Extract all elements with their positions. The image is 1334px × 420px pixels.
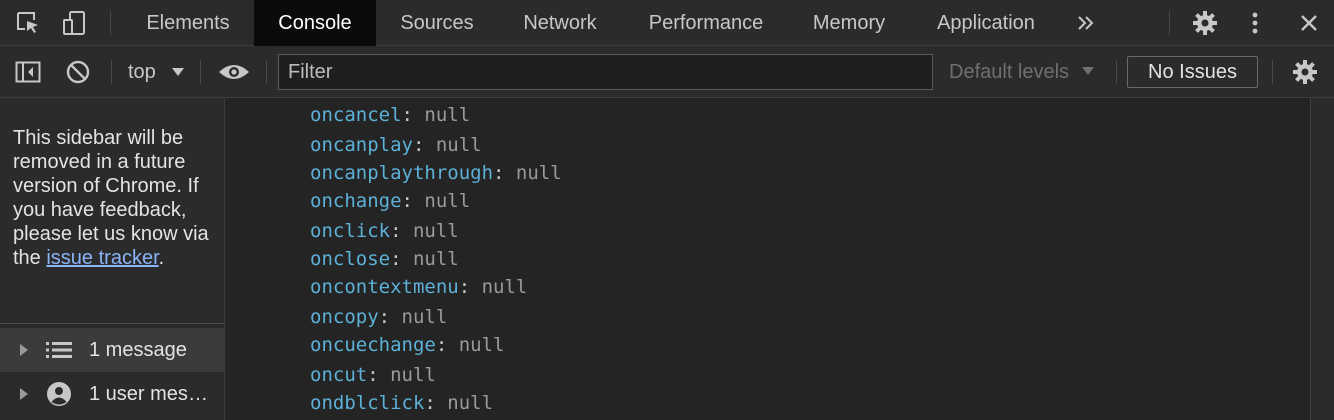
property-key: oncancel — [310, 104, 402, 126]
property-value: null — [424, 190, 471, 212]
tab-console[interactable]: Console — [254, 0, 376, 46]
log-levels-label: Default levels — [949, 61, 1070, 83]
console-property-line[interactable]: oncuechange: null — [310, 331, 505, 359]
more-tabs-chevron-icon[interactable] — [1072, 0, 1100, 46]
tab-network[interactable]: Network — [498, 0, 622, 46]
list-icon — [46, 337, 72, 363]
console-settings-gear-icon[interactable] — [1290, 46, 1320, 98]
chevron-down-icon — [1081, 67, 1094, 75]
property-value: null — [424, 104, 471, 126]
devtools-tab-bar: Elements Console Sources Network Perform… — [0, 0, 1334, 46]
clear-console-icon[interactable] — [64, 46, 92, 98]
tab-application[interactable]: Application — [910, 0, 1062, 46]
notice-end: . — [158, 247, 165, 269]
console-output[interactable]: oncancel: null oncanplay: null oncanplayth… — [225, 98, 1310, 420]
console-property-line[interactable]: oncanplay: null — [310, 131, 482, 159]
divider — [266, 60, 267, 84]
property-colon: : — [401, 104, 425, 126]
sidebar-item-messages[interactable]: 1 message — [0, 328, 224, 372]
tab-elements[interactable]: Elements — [124, 0, 252, 46]
property-key: oncuechange — [310, 334, 436, 356]
property-key: oncanplaythrough — [310, 162, 494, 184]
divider — [1116, 60, 1117, 84]
console-property-line[interactable]: oncontextmenu: null — [310, 273, 527, 301]
tab-memory[interactable]: Memory — [790, 0, 908, 46]
divider — [110, 11, 111, 35]
sidebar-item-label: 1 message — [89, 338, 187, 361]
property-colon: : — [412, 134, 436, 156]
vertical-scrollbar[interactable] — [1310, 98, 1334, 420]
close-icon[interactable] — [1296, 0, 1322, 46]
console-property-line[interactable]: onclick: null — [310, 217, 459, 245]
divider — [1272, 60, 1273, 84]
tab-performance[interactable]: Performance — [624, 0, 788, 46]
property-colon: : — [367, 364, 391, 386]
divider — [200, 60, 201, 84]
property-value: null — [515, 162, 562, 184]
property-value: null — [435, 134, 482, 156]
property-colon: : — [493, 162, 516, 184]
property-key: onchange — [310, 190, 402, 212]
console-property-line[interactable]: onclose: null — [310, 245, 459, 273]
issues-button[interactable]: No Issues — [1127, 56, 1258, 88]
console-toolbar: top Default levels No Issues — [0, 46, 1334, 98]
divider — [1169, 11, 1170, 35]
property-colon: : — [401, 190, 425, 212]
property-key: oncanplay — [310, 134, 413, 156]
property-value: null — [447, 392, 494, 414]
console-property-line[interactable]: oncopy: null — [310, 303, 447, 331]
kebab-menu-icon[interactable] — [1243, 0, 1267, 46]
console-sidebar: This sidebar will be removed in a future… — [0, 98, 225, 420]
sidebar-divider — [0, 323, 224, 324]
property-key: oncontextmenu — [310, 276, 459, 298]
property-colon: : — [424, 392, 448, 414]
inspect-element-icon[interactable] — [14, 0, 42, 46]
property-colon: : — [458, 276, 482, 298]
filter-input[interactable] — [278, 54, 933, 90]
device-toolbar-icon[interactable] — [60, 0, 90, 46]
console-property-line[interactable]: oncanplaythrough: null — [310, 159, 562, 187]
property-colon: : — [378, 306, 402, 328]
property-value: null — [458, 334, 505, 356]
sidebar-deprecation-notice: This sidebar will be removed in a future… — [13, 126, 218, 270]
show-sidebar-icon[interactable] — [14, 46, 42, 98]
sidebar-item-user-messages[interactable]: 1 user messages — [0, 372, 224, 416]
property-key: ondblclick — [310, 392, 425, 414]
context-label: top — [128, 61, 156, 83]
property-colon: : — [390, 248, 413, 270]
tab-sources[interactable]: Sources — [378, 0, 496, 46]
console-property-line[interactable]: ondblclick: null — [310, 389, 493, 417]
property-key: oncut — [310, 364, 368, 386]
property-key: onclick — [310, 220, 391, 242]
expand-arrow-icon[interactable] — [20, 344, 28, 356]
property-key: oncopy — [310, 306, 379, 328]
console-property-line[interactable]: oncut: null — [310, 361, 436, 389]
context-selector[interactable]: top — [128, 46, 156, 98]
property-value: null — [390, 364, 436, 386]
settings-gear-icon[interactable] — [1190, 0, 1220, 46]
property-colon: : — [390, 220, 413, 242]
sidebar-item-label: 1 user messages — [89, 382, 217, 405]
property-value: null — [401, 306, 448, 328]
live-expression-eye-icon[interactable] — [217, 46, 251, 98]
property-value: null — [481, 276, 528, 298]
property-value: null — [412, 220, 459, 242]
context-dropdown-icon[interactable] — [170, 46, 186, 98]
issues-label: No Issues — [1148, 61, 1237, 83]
log-levels-dropdown[interactable]: Default levels — [949, 46, 1095, 98]
console-property-line[interactable]: oncancel: null — [310, 101, 470, 129]
console-property-line[interactable]: onchange: null — [310, 187, 470, 215]
divider — [111, 60, 112, 84]
issue-tracker-link[interactable]: issue tracker — [46, 247, 158, 269]
expand-arrow-icon[interactable] — [20, 388, 28, 400]
user-icon — [46, 381, 72, 407]
property-value: null — [412, 248, 459, 270]
property-key: onclose — [310, 248, 391, 270]
property-colon: : — [435, 334, 459, 356]
